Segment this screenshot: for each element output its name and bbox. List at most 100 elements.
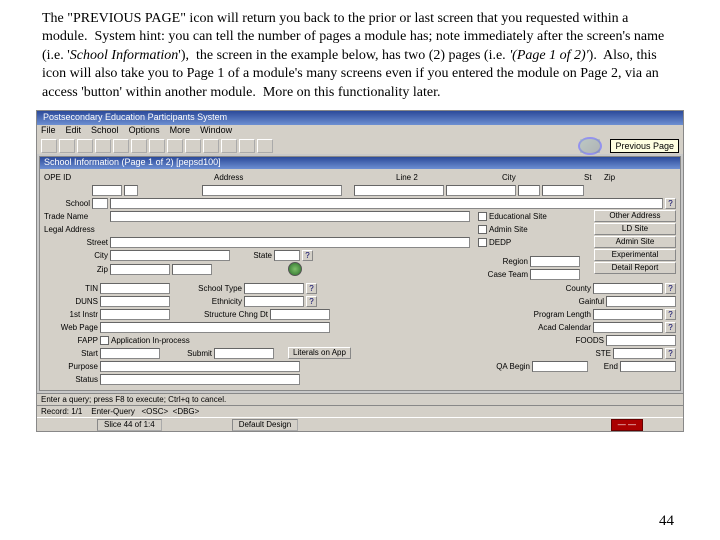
toolbar-button[interactable]: [257, 139, 273, 153]
duns-field[interactable]: [100, 296, 170, 307]
help-icon[interactable]: ?: [306, 283, 317, 294]
label-first-instr: 1st Instr: [44, 310, 98, 319]
st-field[interactable]: [518, 185, 540, 196]
submit-field[interactable]: [214, 348, 274, 359]
help-icon[interactable]: ?: [302, 250, 313, 261]
region-field[interactable]: [530, 256, 580, 267]
label-duns: DUNS: [44, 297, 98, 306]
case-team-field[interactable]: [530, 269, 580, 280]
street-field[interactable]: [110, 237, 470, 248]
other-address-button[interactable]: Other Address: [594, 210, 676, 222]
status-osc: <OSC>: [142, 407, 169, 416]
first-instr-field[interactable]: [100, 309, 170, 320]
subwindow-titlebar: School Information (Page 1 of 2) [pepsd1…: [40, 157, 680, 169]
detail-report-button[interactable]: Detail Report: [594, 262, 676, 274]
address-field[interactable]: [202, 185, 342, 196]
label-app-inprocess: Application In-process: [111, 336, 190, 345]
trade-name-field[interactable]: [110, 211, 470, 222]
help-icon[interactable]: ?: [665, 198, 676, 209]
label-line2: Line 2: [396, 173, 440, 182]
subwindow: School Information (Page 1 of 2) [pepsd1…: [39, 156, 681, 391]
globe-icon[interactable]: [288, 262, 302, 276]
state-field[interactable]: [274, 250, 300, 261]
toolbar-button[interactable]: [77, 139, 93, 153]
toolbar-button[interactable]: [41, 139, 57, 153]
county-field[interactable]: [593, 283, 663, 294]
line2-field[interactable]: [354, 185, 444, 196]
label-zip: Zip: [604, 173, 628, 182]
label-county: County: [531, 284, 591, 293]
menu-options[interactable]: Options: [129, 125, 160, 138]
help-icon[interactable]: ?: [665, 309, 676, 320]
structure-chng-field[interactable]: [270, 309, 330, 320]
checkbox-admin-site[interactable]: [478, 225, 487, 234]
right-button-column: Other Address LD Site Admin Site Experim…: [594, 210, 676, 274]
label-ope-id: OPE ID: [44, 173, 90, 182]
status-field[interactable]: [100, 374, 300, 385]
experimental-button[interactable]: Experimental: [594, 249, 676, 261]
menu-more[interactable]: More: [170, 125, 191, 138]
literals-on-app-button[interactable]: Literals on App: [288, 347, 351, 359]
web-page-field[interactable]: [100, 322, 330, 333]
toolbar-button[interactable]: [95, 139, 111, 153]
label-program-length: Program Length: [511, 310, 591, 319]
checkbox-dedp[interactable]: [478, 238, 487, 247]
toolbar-button[interactable]: [221, 139, 237, 153]
zip-field[interactable]: [542, 185, 584, 196]
purpose-field[interactable]: [100, 361, 300, 372]
acad-calendar-field[interactable]: [593, 322, 663, 333]
help-icon[interactable]: ?: [306, 296, 317, 307]
program-length-field[interactable]: [593, 309, 663, 320]
instruction-paragraph: The "PREVIOUS PAGE" icon will return you…: [0, 0, 720, 108]
help-icon[interactable]: ?: [665, 348, 676, 359]
city2-field[interactable]: [110, 250, 230, 261]
label-fapp: FAPP: [44, 336, 98, 345]
label-edu-site: Educational Site: [489, 212, 547, 221]
school-type-field[interactable]: [244, 283, 304, 294]
qa-begin-field[interactable]: [532, 361, 588, 372]
label-dedp: DEDP: [489, 238, 511, 247]
previous-page-icon[interactable]: [578, 137, 602, 155]
status-dbg: <DBG>: [173, 407, 200, 416]
ope-id-field[interactable]: [92, 185, 122, 196]
toolbar-button[interactable]: [149, 139, 165, 153]
menu-edit[interactable]: Edit: [66, 125, 82, 138]
zip2b-field[interactable]: [172, 264, 212, 275]
city-field[interactable]: [446, 185, 516, 196]
ethnicity-field[interactable]: [244, 296, 304, 307]
toolbar-button[interactable]: [185, 139, 201, 153]
toolbar-button[interactable]: [59, 139, 75, 153]
school-code-field[interactable]: [92, 198, 108, 209]
toolbar-button[interactable]: [167, 139, 183, 153]
main-titlebar: Postsecondary Education Participants Sys…: [37, 111, 683, 125]
menu-window[interactable]: Window: [200, 125, 232, 138]
toolbar-button[interactable]: [131, 139, 147, 153]
toolbar-button[interactable]: [113, 139, 129, 153]
help-icon[interactable]: ?: [665, 322, 676, 333]
tin-field[interactable]: [100, 283, 170, 294]
label-case-team: Case Team: [478, 270, 528, 279]
label-qa-begin: QA Begin: [480, 362, 530, 371]
gainful-field[interactable]: [606, 296, 676, 307]
admin-site-button[interactable]: Admin Site: [594, 236, 676, 248]
toolbar-button[interactable]: [239, 139, 255, 153]
toolbar-button[interactable]: [203, 139, 219, 153]
menu-school[interactable]: School: [91, 125, 119, 138]
page-number: 44: [659, 513, 674, 530]
ope-id-suffix-field[interactable]: [124, 185, 138, 196]
start-field[interactable]: [100, 348, 160, 359]
end-field[interactable]: [620, 361, 676, 372]
ste-field[interactable]: [613, 348, 663, 359]
foods-field[interactable]: [606, 335, 676, 346]
help-icon[interactable]: ?: [665, 283, 676, 294]
zip2-field[interactable]: [110, 264, 170, 275]
ld-site-button[interactable]: LD Site: [594, 223, 676, 235]
subwindow-title: School Information (Page 1 of 2) [pepsd1…: [44, 157, 221, 169]
menu-file[interactable]: File: [41, 125, 56, 138]
school-name-field[interactable]: [110, 198, 663, 209]
checkbox-edu-site[interactable]: [478, 212, 487, 221]
form-area: OPE ID Address Line 2 City St Zip: [40, 169, 680, 390]
checkbox-app-inprocess[interactable]: [100, 336, 109, 345]
label-ste: STE: [575, 349, 611, 358]
label-end: End: [590, 362, 618, 371]
